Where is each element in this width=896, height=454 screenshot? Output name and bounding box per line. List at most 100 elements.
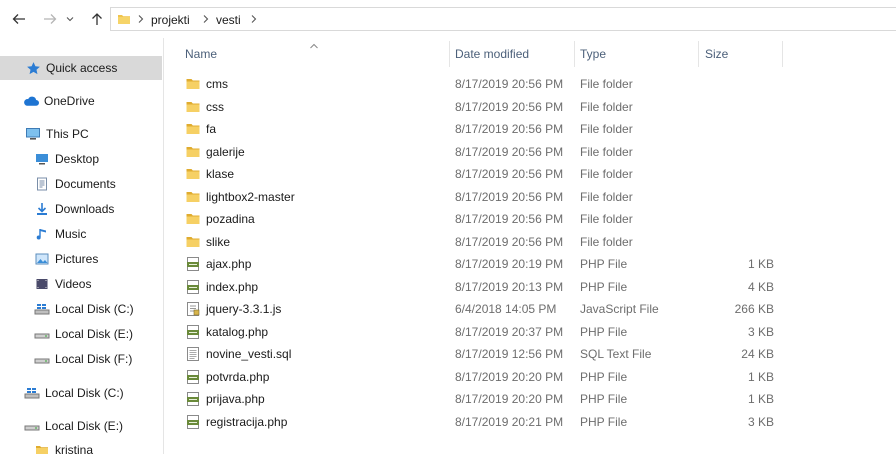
file-date-modified: 8/17/2019 20:20 PM [455, 392, 564, 406]
folder-icon [185, 99, 201, 115]
chevron-right-icon[interactable] [250, 12, 258, 29]
file-row[interactable]: prijava.php 8/17/2019 20:20 PM PHP File 1 K… [164, 388, 896, 410]
sidebar-item-label: Videos [55, 277, 92, 291]
file-type: PHP File [580, 279, 628, 294]
file-type: SQL Text File [580, 347, 652, 361]
php-file-icon [185, 414, 201, 430]
up-button[interactable] [87, 9, 107, 29]
file-date-modified: 8/17/2019 12:56 PM [455, 347, 564, 361]
file-date-modified: 8/17/2019 20:21 PM [455, 414, 564, 429]
file-type: File folder [580, 77, 633, 91]
videos-icon [34, 276, 50, 292]
computer-icon [25, 126, 41, 142]
system-drive-icon [34, 301, 50, 317]
file-row[interactable]: registracija.php 8/17/2019 20:21 PM PHP Fi… [164, 411, 896, 433]
chevron-right-icon [137, 12, 145, 29]
arrow-left-icon [12, 14, 25, 24]
sidebar-item-local-disk-e[interactable]: Local Disk (E:) [34, 323, 133, 345]
folder-icon [185, 166, 201, 182]
file-row[interactable]: jquery-3.3.1.js 6/4/2018 14:05 PM JavaScri… [164, 298, 896, 320]
file-row[interactable]: klase 8/17/2019 20:56 PM File folder [164, 163, 896, 185]
folder-icon [185, 189, 201, 205]
sidebar-item-kristina[interactable]: kristina [34, 439, 93, 454]
column-header-size[interactable]: Size [705, 47, 728, 61]
navigation-pane: Quick access OneDrive This PC Desktop Doc… [0, 38, 163, 454]
back-button[interactable] [9, 9, 29, 29]
file-row[interactable]: galerije 8/17/2019 20:56 PM File folder [164, 141, 896, 163]
column-header-name[interactable]: Name [185, 47, 217, 61]
column-separator[interactable] [449, 41, 450, 67]
sidebar-item-documents[interactable]: Documents [34, 173, 116, 195]
sidebar-item-local-disk-e[interactable]: Local Disk (E:) [24, 415, 123, 437]
system-drive-icon [24, 385, 40, 401]
sidebar-item-local-disk-c[interactable]: Local Disk (C:) [34, 298, 134, 320]
column-separator[interactable] [698, 41, 699, 67]
file-date-modified: 8/17/2019 20:56 PM [455, 122, 564, 136]
sidebar-item-label: Documents [55, 177, 116, 191]
file-row[interactable]: css 8/17/2019 20:56 PM File folder [164, 96, 896, 118]
file-row[interactable]: novine_vesti.sql 8/17/2019 12:56 PM SQL Te… [164, 343, 896, 365]
breadcrumb-projekti[interactable]: projekti [151, 13, 190, 27]
folder-icon [185, 234, 201, 250]
column-header-date[interactable]: Date modified [455, 47, 529, 61]
file-type: JavaScript File [580, 302, 659, 316]
file-row[interactable]: index.php 8/17/2019 20:13 PM PHP File 4 KB [164, 276, 896, 298]
file-list: Name Date modified Type Size cms 8/17/201… [164, 38, 896, 454]
folder-icon [185, 121, 201, 137]
sidebar-item-local-disk-f[interactable]: Local Disk (F:) [34, 348, 132, 370]
sidebar-item-label: This PC [46, 127, 89, 141]
file-row[interactable]: ajax.php 8/17/2019 20:19 PM PHP File 1 KB [164, 253, 896, 275]
address-bar[interactable]: projekti vesti [110, 7, 896, 31]
php-file-icon [185, 324, 201, 340]
sidebar-item-music[interactable]: Music [34, 223, 86, 245]
sort-ascending-icon [309, 38, 319, 52]
sidebar-item-onedrive[interactable]: OneDrive [23, 90, 95, 112]
sidebar-item-quick-access[interactable]: Quick access [25, 57, 117, 79]
file-row[interactable]: cms 8/17/2019 20:56 PM File folder [164, 73, 896, 95]
file-type: File folder [580, 144, 633, 159]
chevron-right-icon[interactable] [202, 12, 210, 29]
sidebar-item-label: Local Disk (E:) [45, 419, 124, 433]
breadcrumb-vesti[interactable]: vesti [216, 13, 241, 27]
column-separator[interactable] [574, 41, 575, 67]
file-date-modified: 8/17/2019 20:56 PM [455, 144, 564, 159]
file-name: registracija.php [206, 414, 288, 429]
file-row[interactable]: katalog.php 8/17/2019 20:37 PM PHP File 3 K… [164, 321, 896, 343]
sidebar-item-pictures[interactable]: Pictures [34, 248, 98, 270]
sidebar-item-label: Downloads [55, 202, 115, 216]
file-type: File folder [580, 212, 633, 226]
column-separator[interactable] [782, 41, 783, 67]
sidebar-item-this-pc[interactable]: This PC [25, 123, 89, 145]
javascript-file-icon [185, 301, 201, 317]
file-name: prijava.php [206, 392, 265, 406]
file-size: 3 KB [747, 414, 774, 429]
file-row[interactable]: pozadina 8/17/2019 20:56 PM File folder [164, 208, 896, 230]
sidebar-item-desktop[interactable]: Desktop [34, 148, 99, 170]
sidebar-item-videos[interactable]: Videos [34, 273, 91, 295]
file-date-modified: 8/17/2019 20:56 PM [455, 234, 564, 249]
file-name: cms [206, 77, 228, 91]
drive-icon [34, 351, 50, 367]
file-type: PHP File [580, 369, 628, 384]
file-size: 3 KB [747, 324, 774, 339]
file-row[interactable]: fa 8/17/2019 20:56 PM File folder [164, 118, 896, 140]
sidebar-item-local-disk-c[interactable]: Local Disk (C:) [24, 382, 124, 404]
file-row[interactable]: slike 8/17/2019 20:56 PM File folder [164, 231, 896, 253]
forward-button[interactable] [40, 9, 60, 29]
drive-icon [34, 326, 50, 342]
file-name: css [206, 99, 224, 114]
arrow-right-icon [44, 14, 57, 24]
sidebar-item-label: Desktop [55, 152, 100, 166]
file-row[interactable]: potvrda.php 8/17/2019 20:20 PM PHP File 1 K… [164, 366, 896, 388]
file-row[interactable]: lightbox2-master 8/17/2019 20:56 PM File f… [164, 186, 896, 208]
php-file-icon [185, 256, 201, 272]
column-header-type[interactable]: Type [580, 47, 606, 61]
sidebar-item-label: Pictures [55, 252, 99, 266]
file-date-modified: 8/17/2019 20:56 PM [455, 99, 564, 114]
sidebar-item-downloads[interactable]: Downloads [34, 198, 114, 220]
file-name: fa [206, 122, 217, 136]
file-date-modified: 8/17/2019 20:56 PM [455, 77, 564, 91]
file-name: klase [206, 167, 235, 181]
folder-icon [185, 76, 201, 92]
recent-locations-button[interactable] [63, 9, 77, 29]
